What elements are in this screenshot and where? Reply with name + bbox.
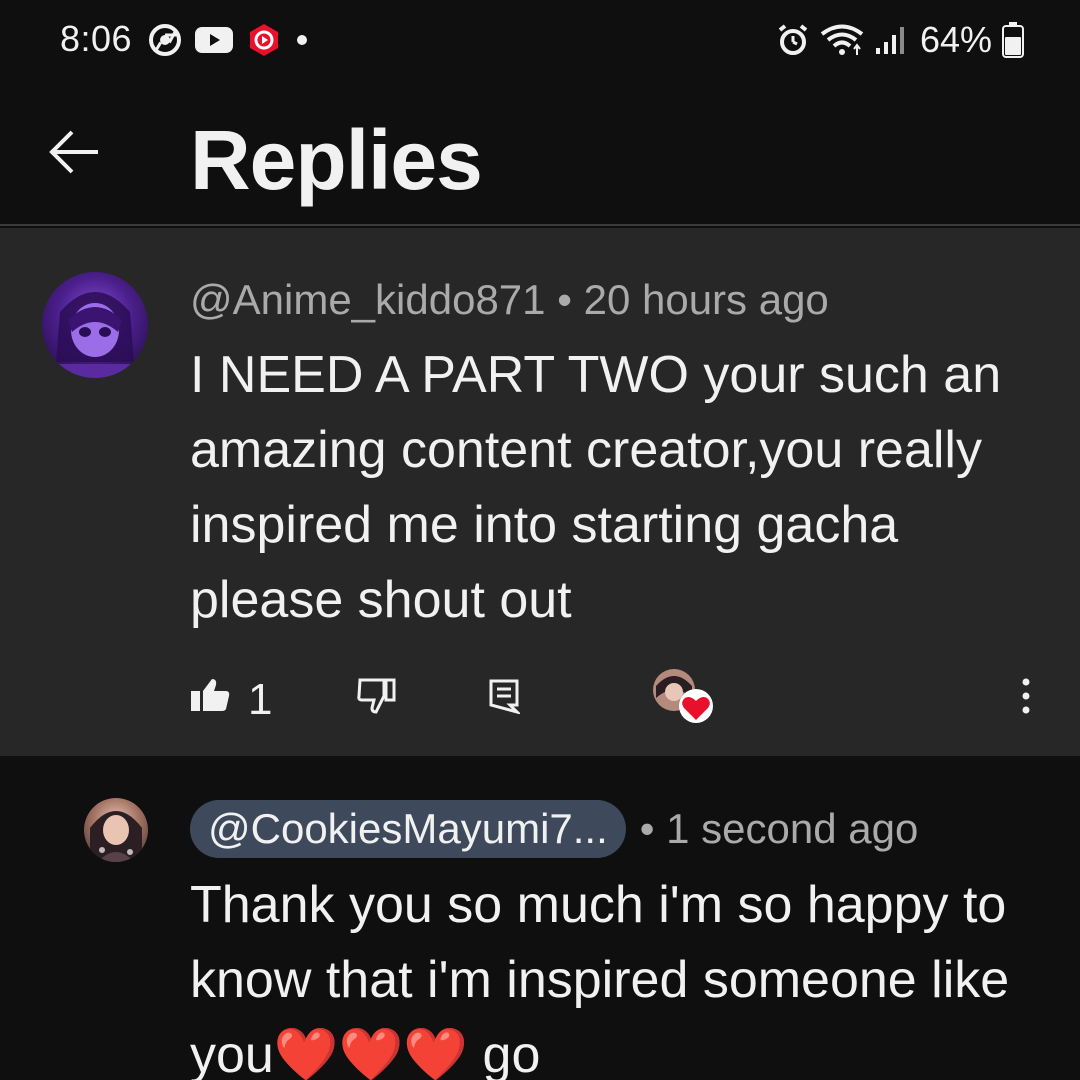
like-count: 1	[248, 675, 273, 724]
signal-icon	[875, 27, 904, 54]
youtube-create-icon	[250, 24, 278, 56]
reply-meta: @CookiesMayumi7... • 1 second ago	[190, 800, 918, 858]
battery-percent: 64%	[919, 19, 992, 60]
more-options-icon	[1022, 678, 1030, 714]
status-bar: 8:06 64%	[0, 0, 1080, 80]
parent-author-avatar[interactable]	[42, 272, 148, 378]
battery-icon	[1002, 22, 1024, 58]
reply-icon	[489, 679, 520, 714]
meta-separator: •	[557, 276, 572, 323]
like-icon	[191, 679, 230, 711]
notification-dot-icon	[297, 35, 307, 45]
parent-comment-actions: 1	[190, 668, 1050, 724]
chrome-icon	[149, 24, 181, 56]
back-arrow-icon	[49, 130, 98, 174]
back-button[interactable]	[44, 126, 104, 178]
replies-screen: 8:06 64% Replies @Anime_kiddo871 • 20 ho…	[0, 0, 1080, 1080]
more-options-button[interactable]	[1020, 668, 1032, 724]
reply-time-text: 1 second ago	[666, 805, 919, 852]
reply-author-avatar[interactable]	[84, 798, 148, 862]
page-title: Replies	[190, 113, 483, 207]
anime-avatar-image	[42, 292, 148, 378]
reply-avatar-image	[90, 811, 142, 862]
parent-comment: @Anime_kiddo871 • 20 hours ago I NEED A …	[0, 228, 1080, 756]
creator-heart-badge	[652, 668, 714, 724]
meta-separator: •	[639, 805, 655, 852]
status-right-icons: 64%	[776, 18, 1024, 62]
dislike-icon	[357, 678, 396, 714]
mention-chip[interactable]: @CookiesMayumi7...	[190, 800, 626, 858]
creator-heart-icon	[653, 669, 713, 723]
parent-comment-time: 20 hours ago	[583, 276, 829, 323]
status-time: 8:06	[60, 18, 133, 59]
reply-time: • 1 second ago	[640, 805, 919, 853]
parent-comment-text: I NEED A PART TWO your such an amazing c…	[190, 346, 1002, 629]
reply-comment: @CookiesMayumi7... • 1 second ago Thank …	[0, 756, 1080, 1080]
like-button[interactable]: 1	[190, 668, 272, 724]
reply-button[interactable]	[488, 668, 520, 724]
parent-comment-meta: @Anime_kiddo871 • 20 hours ago	[190, 276, 829, 324]
youtube-icon	[195, 27, 233, 53]
parent-author-handle[interactable]: @Anime_kiddo871	[190, 276, 546, 323]
wifi-icon	[820, 24, 864, 55]
reply-text: Thank you so much i'm so happy to know t…	[190, 876, 1010, 1080]
status-left-icons	[148, 22, 310, 58]
replies-header: Replies	[0, 80, 1080, 226]
dislike-button[interactable]	[356, 668, 398, 724]
alarm-icon	[778, 24, 808, 55]
